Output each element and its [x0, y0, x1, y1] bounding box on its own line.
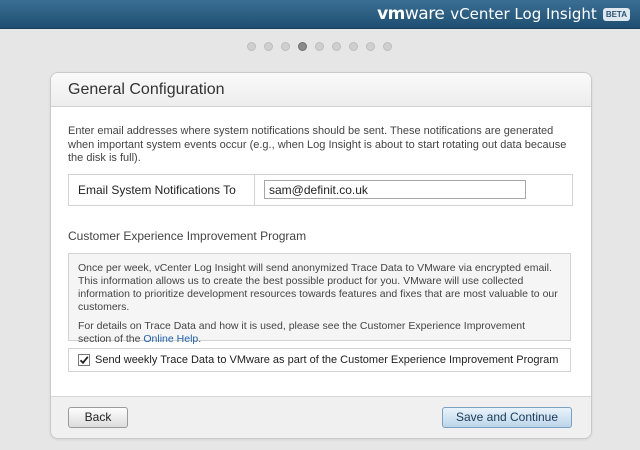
panel-header: General Configuration — [51, 73, 591, 107]
ceip-title: Customer Experience Improvement Program — [68, 229, 307, 243]
email-input[interactable] — [264, 180, 526, 199]
email-row: Email System Notifications To — [68, 174, 573, 206]
ceip-description: Once per week, vCenter Log Insight will … — [68, 253, 571, 345]
trace-data-checkbox-row[interactable]: Send weekly Trace Data to VMware as part… — [68, 348, 571, 372]
wizard-step-dot — [383, 42, 392, 51]
panel-footer: Back Save and Continue — [51, 396, 591, 438]
page-title: General Configuration — [68, 81, 225, 98]
checkmark-icon — [79, 356, 89, 365]
email-label: Email System Notifications To — [69, 175, 255, 205]
wizard-step-dot — [366, 42, 375, 51]
wizard-step-dot — [247, 42, 256, 51]
beta-badge: BETA — [602, 7, 630, 21]
top-bar: vmware vCenter Log Insight BETA — [0, 0, 640, 29]
online-help-link[interactable]: Online Help — [143, 333, 198, 345]
trace-data-checkbox[interactable] — [78, 354, 90, 366]
brand: vmware vCenter Log Insight BETA — [377, 4, 630, 24]
vmware-logo: vmware — [377, 4, 445, 24]
ceip-details: For details on Trace Data and how it is … — [78, 320, 526, 345]
wizard-step-dot — [332, 42, 341, 51]
wizard-step-dot — [315, 42, 324, 51]
wizard-step-indicator — [247, 42, 392, 51]
general-configuration-panel: General Configuration Enter email addres… — [50, 72, 592, 439]
product-name: vCenter Log Insight — [450, 5, 597, 23]
intro-text: Enter email addresses where system notif… — [68, 125, 567, 164]
wizard-step-dot — [264, 42, 273, 51]
trace-data-checkbox-label: Send weekly Trace Data to VMware as part… — [95, 354, 559, 366]
wizard-step-dot — [298, 42, 307, 51]
ceip-text: Once per week, vCenter Log Insight will … — [78, 262, 558, 313]
back-button[interactable]: Back — [68, 407, 128, 428]
wizard-step-dot — [349, 42, 358, 51]
wizard-step-dot — [281, 42, 290, 51]
save-and-continue-button[interactable]: Save and Continue — [442, 407, 572, 428]
